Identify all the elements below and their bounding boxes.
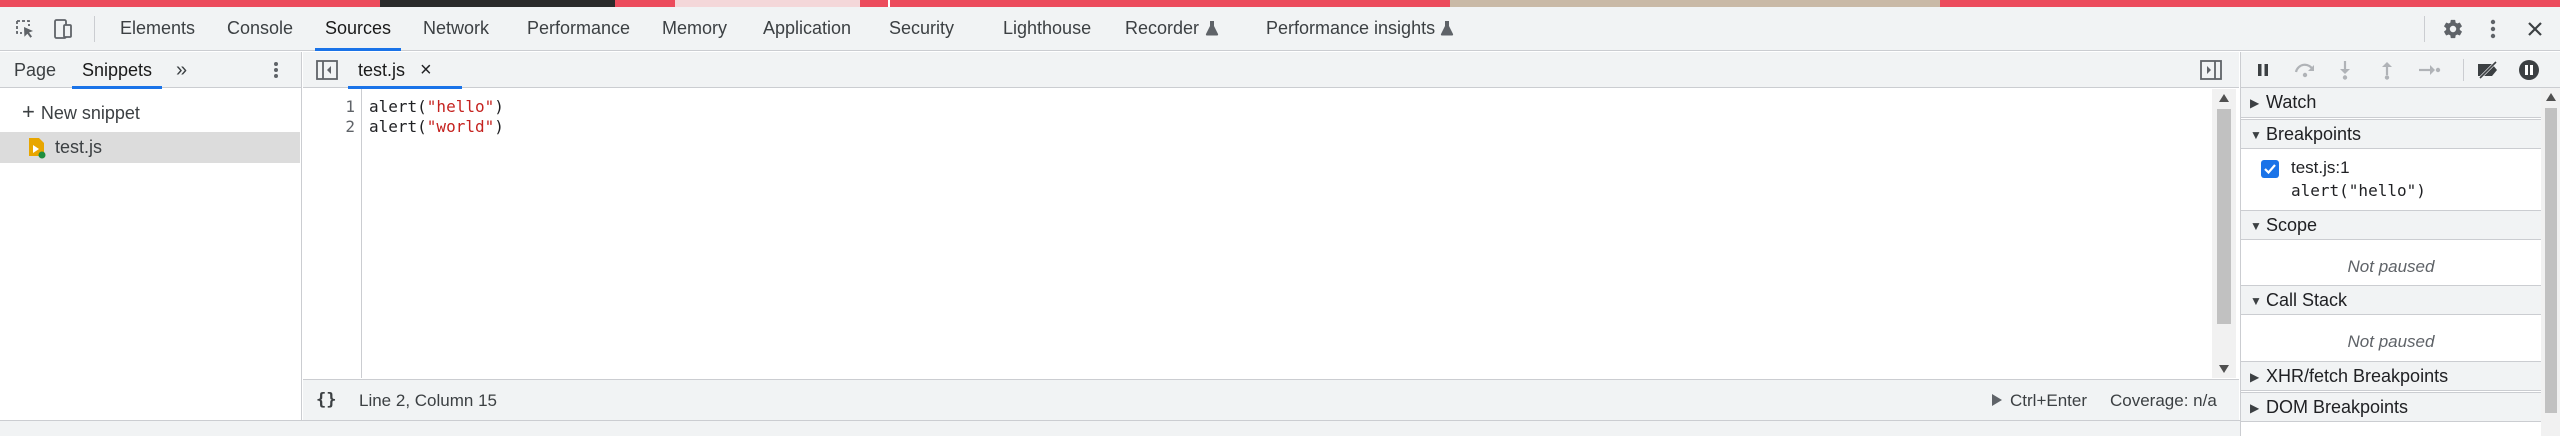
code-token: ) [494, 97, 504, 116]
more-tabs-chevron-icon[interactable]: » [176, 52, 187, 88]
line-number[interactable]: 1 [345, 97, 355, 117]
collapse-triangle-icon: ▼ [2250, 128, 2262, 142]
tab-recorder[interactable]: Recorder [1125, 7, 1199, 50]
code-token: alert( [369, 117, 427, 136]
navigator-panel: Page Snippets » + New snippet test.js [0, 52, 302, 420]
breakpoints-section-header[interactable]: ▼ Breakpoints [2241, 119, 2541, 149]
code-token: ) [494, 117, 504, 136]
call-stack-not-paused: Not paused [2347, 332, 2435, 351]
breakpoint-location: test.js:1 [2291, 158, 2350, 177]
run-snippet-icon[interactable] [1989, 392, 2005, 408]
toggle-navigator-icon[interactable] [315, 58, 339, 82]
debugger-toolbar [2241, 52, 2560, 88]
step-icon[interactable] [2415, 58, 2443, 82]
watch-section-header[interactable]: ▶ Watch [2241, 88, 2541, 118]
breakpoint-code: alert("hello") [2291, 181, 2426, 200]
settings-gear-icon[interactable] [2440, 16, 2466, 42]
editor-tabs: test.js × [303, 52, 2239, 89]
tab-performance-insights[interactable]: Performance insights [1266, 7, 1435, 50]
tab-sources[interactable]: Sources [314, 7, 402, 51]
experiment-flask-icon [1203, 17, 1221, 39]
dom-breakpoints-label: DOM Breakpoints [2266, 397, 2409, 417]
code-string: "world" [426, 117, 495, 136]
snippet-file-name: test.js [55, 137, 103, 157]
debugger-sidebar: ▶ Watch ▼ Breakpoints test.js:1 alert("h… [2240, 52, 2560, 436]
pause-icon[interactable] [2251, 58, 2275, 82]
breakpoints-label: Breakpoints [2266, 124, 2362, 144]
tab-lighthouse[interactable]: Lighthouse [1003, 7, 1091, 50]
debugger-scrollbar[interactable] [2541, 88, 2560, 436]
scroll-down-icon[interactable] [2218, 364, 2230, 374]
scroll-up-icon[interactable] [2218, 93, 2230, 103]
step-out-icon[interactable] [2375, 58, 2399, 82]
pretty-print-button[interactable]: {} [316, 380, 336, 421]
step-over-icon[interactable] [2291, 58, 2319, 82]
scroll-up-icon[interactable] [2545, 92, 2557, 102]
device-toolbar-icon[interactable] [50, 16, 76, 42]
cursor-position: Line 2, Column 15 [359, 391, 497, 410]
scope-not-paused: Not paused [2347, 257, 2435, 276]
step-into-icon[interactable] [2333, 58, 2357, 82]
call-stack-section-header[interactable]: ▼ Call Stack [2241, 285, 2541, 315]
xhr-breakpoints-section-header[interactable]: ▶ XHR/fetch Breakpoints [2241, 361, 2541, 391]
code-line[interactable]: alert("hello") [369, 97, 504, 117]
editor-status-bar: {} Line 2, Column 15 Ctrl+Enter Coverage… [303, 379, 2239, 420]
drawer-edge [0, 420, 2240, 436]
call-stack-label: Call Stack [2266, 290, 2348, 310]
code-line[interactable]: alert("world") [369, 117, 504, 137]
scope-label: Scope [2266, 215, 2318, 235]
dom-breakpoints-section-header[interactable]: ▶ DOM Breakpoints [2241, 392, 2541, 422]
deactivate-breakpoints-icon[interactable] [2474, 58, 2502, 82]
toggle-debugger-icon[interactable] [2199, 58, 2223, 82]
close-tab-icon[interactable]: × [420, 59, 432, 81]
editor-panel: test.js × 1 2 alert("hello") alert("worl… [303, 52, 2239, 420]
expand-triangle-icon: ▶ [2250, 370, 2260, 384]
line-number[interactable]: 2 [345, 117, 355, 137]
expand-triangle-icon: ▶ [2250, 401, 2260, 415]
tab-performance[interactable]: Performance [527, 7, 630, 50]
breakpoint-checkbox[interactable] [2261, 160, 2279, 178]
devtools-main-toolbar: Elements Console Sources Network Perform… [0, 7, 2560, 51]
browser-content-strip [0, 0, 2560, 7]
more-options-icon[interactable] [2480, 16, 2506, 42]
snippet-file-icon [27, 137, 47, 159]
close-icon[interactable] [2522, 16, 2548, 42]
navigator-tabs: Page Snippets » [0, 52, 301, 89]
editor-file-tab-label: test.js [358, 60, 406, 80]
scope-section-header[interactable]: ▼ Scope [2241, 210, 2541, 240]
collapse-triangle-icon: ▼ [2250, 219, 2262, 233]
tab-page[interactable]: Page [14, 52, 56, 88]
xhr-breakpoints-label: XHR/fetch Breakpoints [2266, 366, 2449, 386]
experiment-flask-icon [1438, 17, 1456, 39]
new-snippet-button[interactable]: + New snippet [22, 96, 140, 128]
watch-label: Watch [2266, 92, 2317, 112]
collapse-triangle-icon: ▼ [2250, 294, 2262, 308]
expand-triangle-icon: ▶ [2250, 96, 2260, 110]
snippet-file-item[interactable]: test.js [0, 132, 300, 163]
new-snippet-label: New snippet [40, 103, 140, 123]
line-number-gutter[interactable]: 1 2 [303, 89, 362, 378]
tab-security[interactable]: Security [889, 7, 954, 50]
editor-file-tab[interactable]: test.js × [348, 52, 462, 89]
editor-scrollbar[interactable] [2212, 89, 2236, 378]
navigator-menu-icon[interactable] [264, 58, 288, 82]
tab-snippets[interactable]: Snippets [71, 52, 163, 89]
tab-network[interactable]: Network [423, 7, 489, 50]
code-token: alert( [369, 97, 427, 116]
scrollbar-thumb[interactable] [2545, 108, 2557, 413]
inspect-element-icon[interactable] [12, 16, 38, 42]
breakpoint-item[interactable]: test.js:1 alert("hello") [2241, 150, 2541, 208]
pause-on-exceptions-icon[interactable] [2517, 58, 2541, 82]
tab-application[interactable]: Application [763, 7, 851, 50]
tab-console[interactable]: Console [227, 7, 293, 50]
coverage-status: Coverage: n/a [2110, 391, 2217, 410]
scrollbar-thumb[interactable] [2217, 109, 2231, 324]
plus-icon: + [22, 99, 35, 124]
tab-elements[interactable]: Elements [120, 7, 195, 50]
run-snippet-shortcut[interactable]: Ctrl+Enter [2010, 380, 2087, 421]
tab-memory[interactable]: Memory [662, 7, 727, 50]
code-string: "hello" [426, 97, 495, 116]
